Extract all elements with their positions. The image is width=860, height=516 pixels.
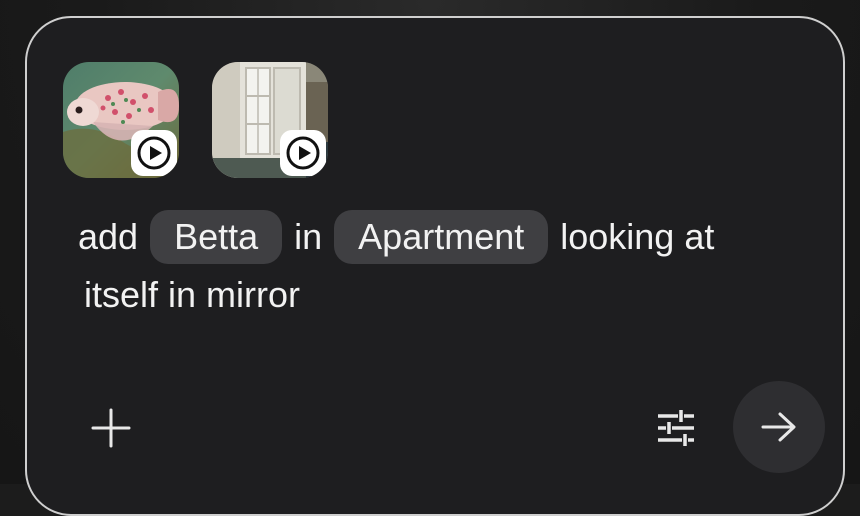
settings-button[interactable] <box>652 404 700 452</box>
arrow-right-icon <box>761 412 796 442</box>
chip-subject[interactable]: Betta <box>150 210 283 264</box>
play-badge[interactable] <box>131 130 177 176</box>
add-media-button[interactable] <box>88 405 134 451</box>
prompt-line-2: itself in mirror <box>84 266 808 324</box>
prompt-tail-line1: looking at <box>560 216 715 257</box>
attachment-apartment-thumbnail[interactable] <box>212 62 328 178</box>
prompt-word-add: add <box>78 216 139 257</box>
play-icon <box>137 136 171 170</box>
send-button[interactable] <box>733 381 825 473</box>
play-badge[interactable] <box>280 130 326 176</box>
prompt-word-in: in <box>294 216 323 257</box>
chip-location[interactable]: Apartment <box>334 210 549 264</box>
plus-icon <box>91 408 131 448</box>
attachment-betta-thumbnail[interactable] <box>63 62 179 178</box>
prompt-line-1: add Betta in Apartment looking at <box>78 208 808 266</box>
prompt-tail-line2: itself in mirror <box>84 274 301 315</box>
play-icon <box>286 136 320 170</box>
prompt-text[interactable]: add Betta in Apartment looking at itself… <box>78 208 808 324</box>
tune-icon <box>658 410 694 446</box>
